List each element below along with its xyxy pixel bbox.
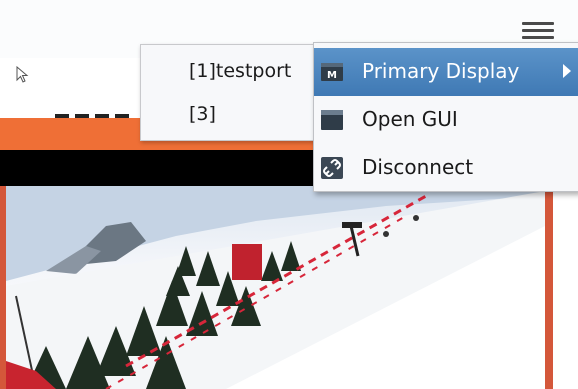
open-gui-menu-item[interactable]: Open GUI <box>314 96 578 144</box>
primary-display-menu-item[interactable]: M Primary Display <box>314 48 578 96</box>
disconnect-label: Disconnect <box>362 155 474 179</box>
submenu-arrow-icon <box>563 64 571 78</box>
open-gui-label: Open GUI <box>362 107 458 131</box>
port-list-popup: [1]testport [3] <box>140 44 322 141</box>
disconnect-menu-item[interactable]: Disconnect <box>314 144 578 192</box>
broken-link-icon <box>321 157 343 179</box>
port-item-testport[interactable]: [1]testport <box>189 60 291 82</box>
svg-text:M: M <box>327 70 337 81</box>
context-menu: M Primary Display Open GUI Disconnect <box>313 42 578 192</box>
video-preview[interactable] <box>6 186 545 389</box>
port-item-3[interactable]: [3] <box>189 103 216 125</box>
video-frame-right <box>545 186 553 389</box>
window-icon <box>321 110 343 130</box>
monitor-icon: M <box>321 63 343 81</box>
mouse-cursor-icon <box>16 66 29 83</box>
hamburger-menu-icon[interactable] <box>522 22 554 40</box>
primary-display-label: Primary Display <box>362 59 520 83</box>
ski-slope-image <box>6 186 545 389</box>
